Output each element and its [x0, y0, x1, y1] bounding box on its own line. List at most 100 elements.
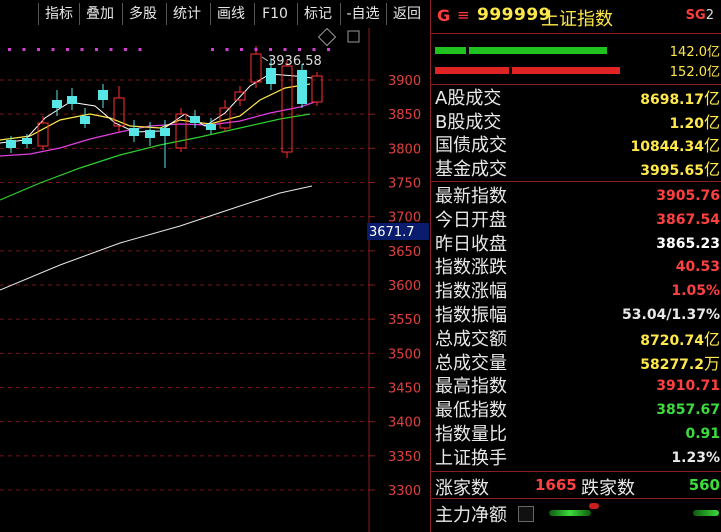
candle-up [37, 122, 49, 147]
menu-icon[interactable]: ≡ [457, 6, 470, 24]
buy-bar-small [435, 47, 466, 54]
sell-value: 152.0亿 [669, 65, 720, 80]
stat-value: 8720.74亿 [640, 329, 720, 349]
signal-dot [66, 48, 69, 51]
signal-dot [254, 48, 258, 51]
stat-label: 最新指数 [435, 186, 507, 207]
stat-row: 指数涨幅 1.05% [431, 280, 721, 303]
stat-label: 总成交量 [435, 352, 507, 374]
price-axis-label: 3450 [388, 382, 421, 397]
stock-code: 999999 [477, 5, 551, 25]
crosshair-price-label: 3671.7 [369, 225, 415, 240]
buy-value: 142.0亿 [669, 45, 720, 60]
toolbar-statistics-button[interactable]: 统计 [166, 3, 207, 25]
up-count-label: 涨家数 [435, 478, 489, 499]
stat-value: 1.23% [671, 449, 720, 466]
stat-row: 总成交量 58277.2万 [431, 352, 721, 375]
turnover-value: 8698.17亿 [640, 89, 720, 108]
signal-dot [225, 48, 229, 51]
stat-row: 指数量比 0.91 [431, 423, 721, 446]
stat-label: 上证换手 [435, 447, 507, 469]
stat-row: 最新指数 3905.76 [431, 185, 721, 208]
stat-value: 0.91 [685, 426, 720, 442]
candle-down [52, 100, 62, 108]
toolbar-overlay-button[interactable]: 叠加 [79, 3, 120, 25]
net-flow-bar-green [549, 510, 591, 516]
signal-dot [80, 48, 84, 51]
stat-label: 指数涨幅 [435, 281, 507, 303]
signal-dot [327, 48, 330, 51]
candle-down [297, 70, 307, 104]
stat-value: 3865.23 [656, 235, 720, 252]
net-flow-bar-red [589, 503, 599, 509]
stat-row: 指数涨跌 40.53 [431, 256, 721, 279]
stat-label: 指数振幅 [435, 305, 507, 326]
sell-bar [512, 67, 620, 74]
turnover-row: 基金成交 3995.65亿 [431, 158, 721, 181]
signal-dot [283, 48, 287, 51]
quote-panel: G ≡ 999999 上证指数 SG2 142.0亿 152.0亿 A股成交 86… [430, 0, 721, 532]
toolbar-indicator-button[interactable]: 指标 [38, 3, 79, 25]
stat-value: 40.53 [675, 259, 720, 276]
turnover-row: A股成交 8698.17亿 [431, 87, 721, 110]
turnover-row: 国债成交 10844.34亿 [431, 134, 721, 157]
turnover-label: B股成交 [435, 111, 502, 133]
signal-dot [22, 48, 26, 51]
net-flow-row: 主力净额 [431, 501, 721, 526]
signal-dot [8, 48, 11, 51]
candle-down [98, 90, 108, 100]
signal-dot [109, 48, 113, 51]
stat-label: 昨日收盘 [435, 233, 507, 255]
stat-row: 最低指数 3857.67 [431, 399, 721, 422]
signal-dot [124, 48, 127, 51]
sg-badge[interactable]: SG2 [686, 8, 714, 23]
square-icon[interactable] [347, 30, 360, 43]
signal-dot [95, 48, 98, 51]
toolbar-f10-button[interactable]: F10 [254, 3, 295, 25]
stat-row: 总成交额 8720.74亿 [431, 328, 721, 351]
toolbar-watchlist-button[interactable]: -自选 [340, 3, 385, 25]
price-axis-label: 3600 [388, 279, 421, 294]
stat-row: 今日开盘 3867.54 [431, 209, 721, 232]
stat-label: 总成交额 [435, 328, 507, 350]
signal-dot [37, 48, 40, 51]
kline-chart[interactable]: 3900 3850 3800 3750 3700 3650 3600 3550 3500 3450… [0, 28, 430, 532]
down-count-label: 跌家数 [581, 478, 635, 499]
ma-white-line [0, 73, 313, 144]
chart-toolbar: 指标 叠加 多股 统计 画线 F10 标记 -自选 返回 [0, 0, 430, 28]
signal-dot [240, 48, 243, 51]
candle-down [6, 140, 16, 148]
kline-chart-svg[interactable]: 3900385038003750370036503600355035003450… [0, 28, 430, 532]
candle-down [145, 130, 155, 138]
price-axis-label: 3900 [388, 74, 421, 89]
turnover-row: B股成交 1.20亿 [431, 111, 721, 134]
candle-down [22, 138, 32, 144]
net-flow-toggle[interactable] [518, 506, 534, 522]
toolbar-mark-button[interactable]: 标记 [297, 3, 338, 25]
price-axis-label: 3550 [388, 313, 421, 328]
candle-up [250, 53, 262, 83]
turnover-label: 基金成交 [435, 158, 507, 180]
price-axis-label: 3350 [388, 450, 421, 465]
high-price-label: 3936.58 [268, 54, 322, 69]
candle-down [160, 128, 170, 136]
price-axis-label: 3300 [388, 484, 421, 499]
ma-long-line [0, 185, 313, 291]
toolbar-multi-stock-button[interactable]: 多股 [122, 3, 163, 25]
price-axis-label: 3750 [388, 177, 421, 192]
turnover-value: 1.20亿 [669, 112, 720, 132]
sg-label: SG [685, 8, 706, 23]
stat-label: 最低指数 [435, 400, 507, 422]
candle-up [219, 107, 231, 129]
candle-down [129, 128, 139, 136]
toolbar-back-button[interactable]: 返回 [386, 3, 427, 25]
group-label[interactable]: G [437, 6, 450, 25]
signal-dot [211, 48, 214, 51]
toolbar-draw-line-button[interactable]: 画线 [210, 3, 251, 25]
diamond-icon[interactable] [317, 28, 337, 47]
candle-down [67, 96, 77, 104]
turnover-value: 3995.65亿 [640, 159, 720, 179]
stat-value: 3857.67 [656, 402, 720, 419]
stat-label: 最高指数 [435, 376, 507, 398]
candle-down [190, 116, 200, 123]
